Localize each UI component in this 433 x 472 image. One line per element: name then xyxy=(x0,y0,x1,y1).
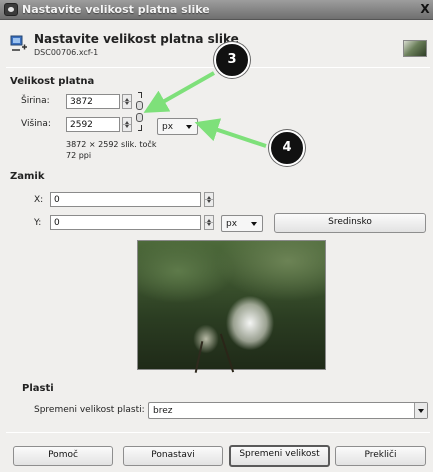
callout-3-arrow xyxy=(143,71,215,113)
callout-3-badge: 3 xyxy=(214,42,250,78)
callout-4-arrow xyxy=(194,118,267,148)
callout-4-badge: 4 xyxy=(269,130,305,166)
annotation-overlay xyxy=(143,71,267,148)
